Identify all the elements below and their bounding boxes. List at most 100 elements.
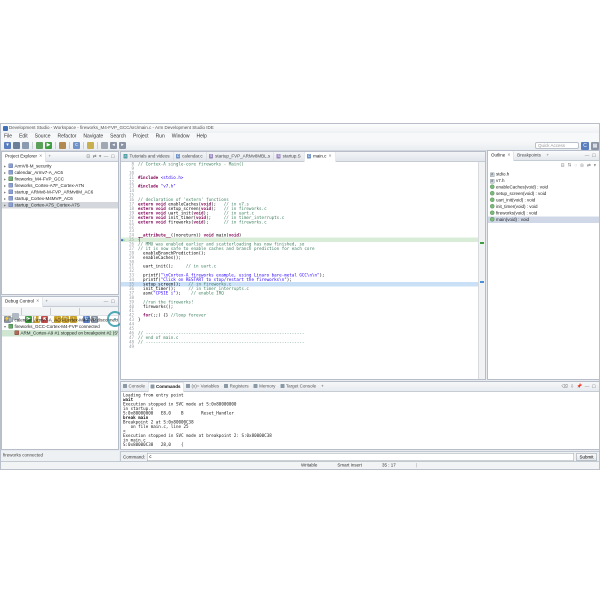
link-with-editor-icon[interactable]: ⇄ [93,154,97,163]
view-menu-icon[interactable]: ▾ [99,154,101,163]
menu-project[interactable]: Project [133,134,149,142]
close-icon[interactable]: ✕ [39,154,42,163]
menu-window[interactable]: Window [172,134,190,142]
hide-static-icon[interactable]: ◎ [580,163,584,169]
tab-debug-control[interactable]: Debug Control ✕ [2,297,43,307]
outline-panel: Outline ✕ Breakpoints + — ▢ ⊟ ⇅ ◌ ◎ ⇄ [487,150,600,380]
save-all-icon[interactable] [22,142,29,149]
scroll-lock-icon[interactable]: ⇩ [570,384,574,393]
tab-breakpoints[interactable]: Breakpoints [514,151,544,161]
line-number: 49 [128,344,138,348]
collapse-all-icon[interactable]: ⊟ [86,154,90,163]
console-tab-memory[interactable]: Memory [252,382,279,392]
console-tab-target-console[interactable]: Target Console [278,382,319,392]
build-icon[interactable] [59,142,66,149]
minimize-icon[interactable]: — [585,153,590,162]
pin-console-icon[interactable]: 📌 [577,384,583,393]
menu-bar: File Edit Source Refactor Navigate Search Proj… [1,133,600,141]
menu-run[interactable]: Run [156,134,165,142]
editor-tab-tutorials-and-videos[interactable]: ⌂Tutorials and videos [121,152,174,162]
code-token: void [193,219,203,224]
toolbar-separator [21,308,22,315]
menu-navigate[interactable]: Navigate [83,134,103,142]
run-icon[interactable]: ▶ [45,142,52,149]
editor-tab-startup-s[interactable]: Sstartup.S [274,152,305,162]
command-input[interactable] [147,453,574,461]
editor-tab-calendar-c[interactable]: Ccalendar.c [174,152,207,162]
console-tab-x-variables[interactable]: (x)= Variables [184,382,222,392]
console-tab-console[interactable]: Console [121,382,148,392]
code-token: ((noreturn)) [171,233,204,238]
new-c-file-icon[interactable]: c [73,142,80,149]
tab-outline[interactable]: Outline ✕ [488,151,514,161]
editor-tab-label: main.c [313,154,326,163]
exec-mark [480,242,484,244]
maximize-icon[interactable]: ▢ [111,154,115,163]
overview-ruler[interactable] [478,162,485,379]
close-icon[interactable]: ✕ [36,299,39,308]
project-icon [9,177,14,182]
function-icon [490,185,495,190]
link-with-editor-icon[interactable]: ⇄ [587,163,591,169]
tab-project-explorer[interactable]: Project Explorer ✕ [2,152,46,162]
menu-edit[interactable]: Edit [19,134,28,142]
forward-icon[interactable]: ▸ [119,142,126,149]
cpp-perspective-icon[interactable]: C [581,142,589,150]
asm-file-icon: S [277,154,281,159]
debug-config-icon[interactable] [36,142,43,149]
add-console-tab[interactable]: + [319,382,327,392]
code-token: ); [287,277,292,282]
menu-refactor[interactable]: Refactor [58,134,77,142]
project-label: fireworks_M4-FVP_GCC [15,177,65,182]
add-view-icon[interactable]: + [46,152,54,162]
submit-button[interactable]: Submit [576,453,597,461]
maximize-icon[interactable]: ▢ [592,384,596,393]
debug-item[interactable]: ARM_Cortex-A9 #1 stopped on breakpoint #… [2,330,118,337]
view-menu-icon[interactable]: ▾ [594,163,596,169]
add-view-icon[interactable]: + [544,151,552,161]
save-icon[interactable] [13,142,20,149]
collapse-all-icon[interactable]: ⊟ [561,163,565,169]
code-token: for [143,313,151,318]
editor-tab-label: startup_FVP_ARMv8MBL.s [215,154,270,163]
close-icon[interactable]: ✕ [328,154,331,163]
console-tab-commands[interactable]: Commands [148,382,184,392]
hide-fields-icon[interactable]: ◌ [574,163,577,169]
console-tab-registers[interactable]: Registers [222,382,252,392]
back-icon[interactable]: ◂ [110,142,117,149]
maximize-icon[interactable]: ▢ [111,299,115,308]
quick-access-box[interactable]: Quick Access [535,142,579,149]
close-icon[interactable]: ✕ [507,153,510,162]
code-line[interactable]: 49 [121,344,478,348]
code-token: "v7.h" [161,184,176,189]
clear-console-icon[interactable]: ⌫ [561,384,567,393]
code-area[interactable]: 8// Cortex-A single-core fireworks - Mai… [121,162,478,379]
code-token: #include [138,184,161,189]
editor-tab-main-c[interactable]: Cmain.c✕ [305,152,336,162]
outline-item-main-void-void[interactable]: main(void) : void [488,217,599,224]
console-tab-label: Target Console [286,384,316,393]
open-perspective-icon[interactable]: ▦ [591,142,599,150]
project-item-startup-cortex-a7s-cortex-a7s[interactable]: ▸startup_Cortex-A7S_Cortex-A7S [2,202,118,209]
menu-help[interactable]: Help [197,134,207,142]
add-view-icon[interactable]: + [43,297,51,307]
maximize-icon[interactable]: ▢ [592,153,596,162]
console-output[interactable]: Loading from entry pointwaitExecution st… [123,393,593,448]
last-edit-icon[interactable] [101,142,108,149]
c-file-icon: C [176,154,180,159]
debug-item-label: ARM_Cortex-A9 #1 stopped on breakpoint #… [21,331,119,336]
menu-file[interactable]: File [4,134,12,142]
minimize-icon[interactable]: — [585,384,590,393]
sort-icon[interactable]: ⇅ [568,163,572,169]
code-token: ); [320,273,325,278]
menu-source[interactable]: Source [35,134,51,142]
editor-tab-startup-fvp-armv8mbl-s[interactable]: Sstartup_FVP_ARMv8MBL.s [207,152,275,162]
code-token: __attribute__ [138,233,171,238]
menu-search[interactable]: Search [110,134,126,142]
minimize-icon[interactable]: — [104,154,109,163]
new-file-icon[interactable]: ▾ [4,142,11,149]
status-separator: | [416,463,417,471]
core-icon [15,331,20,336]
minimize-icon[interactable]: — [104,299,109,308]
search-icon[interactable] [87,142,94,149]
